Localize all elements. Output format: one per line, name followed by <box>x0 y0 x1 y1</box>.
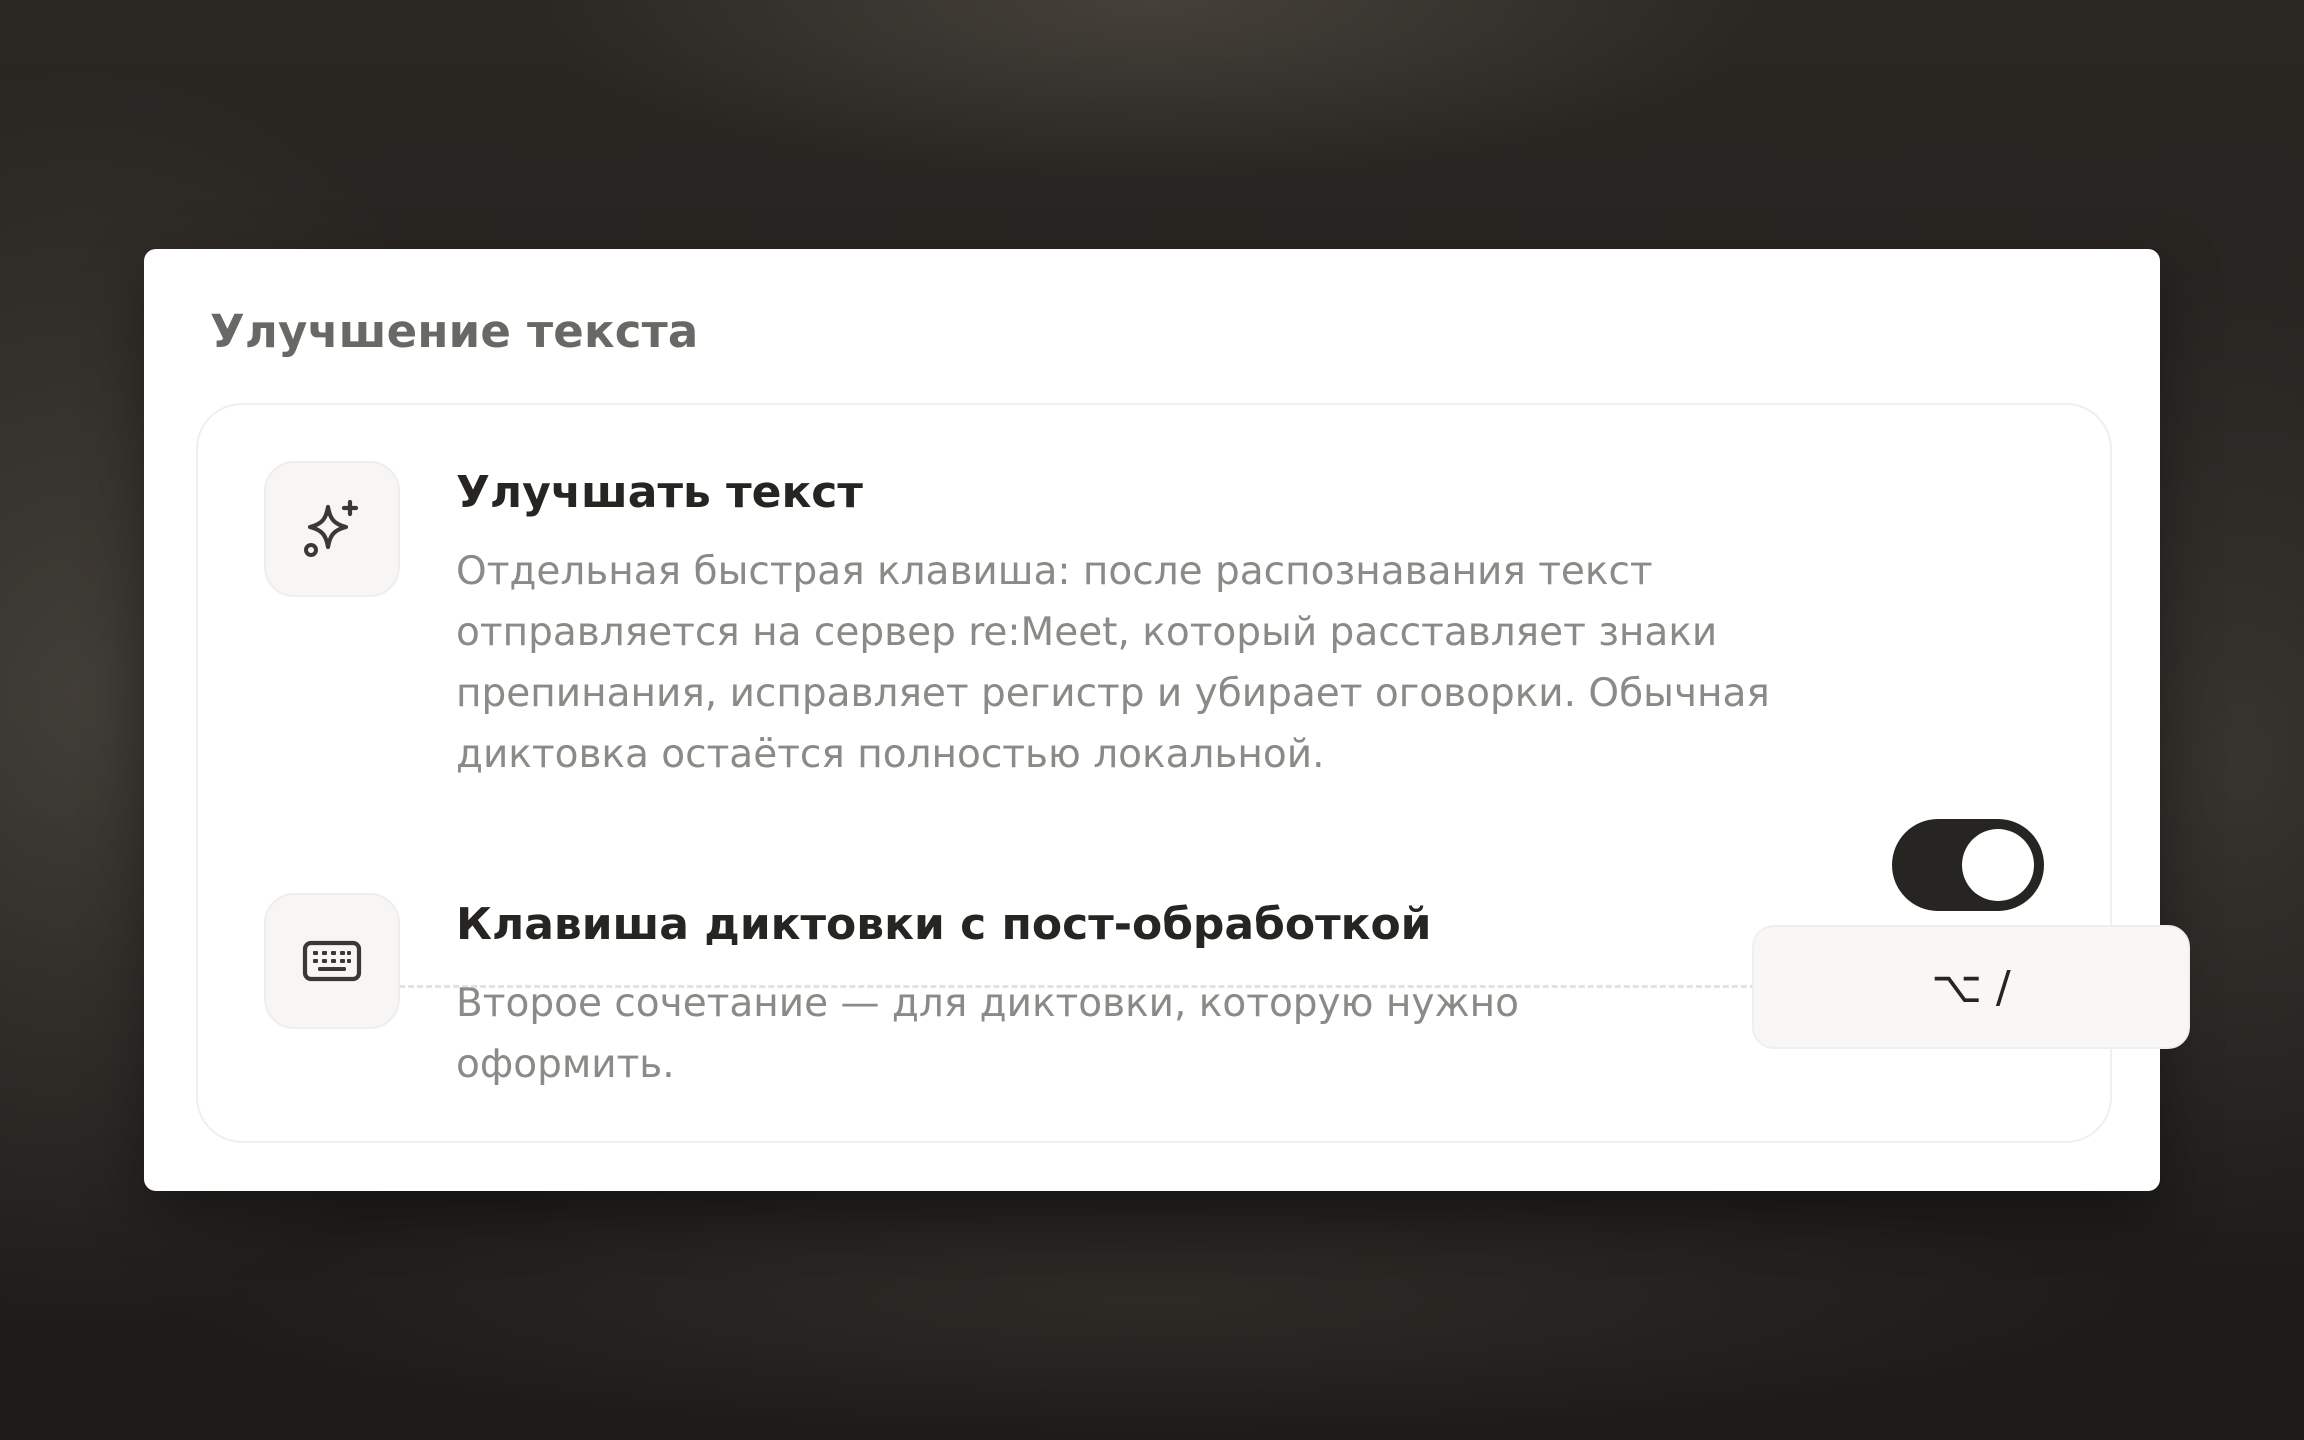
enhance-title: Улучшать текст <box>456 467 863 518</box>
enhance-icon-tile <box>264 461 400 597</box>
hotkey-description: Второе сочетание — для диктовки, которую… <box>456 981 1519 1087</box>
hotkey-shortcut-field[interactable]: ⌥ / <box>1752 925 2190 1049</box>
sparkles-icon <box>304 499 359 557</box>
hotkey-title: Клавиша диктовки с пост-обработкой <box>456 899 1432 950</box>
enhance-description: Отдельная быстрая клавиша: после распозн… <box>456 549 1770 777</box>
toggle-knob <box>1962 829 2034 901</box>
section-title: Улучшение текста <box>210 305 699 358</box>
keyboard-icon <box>302 940 362 982</box>
enhance-toggle[interactable] <box>1892 819 2044 911</box>
settings-card: Улучшать текст Отдельная быстрая клавиша… <box>196 403 2190 1143</box>
settings-panel: Улучшение текста Улучшать текст Отдельна… <box>144 249 2190 1191</box>
hotkey-icon-tile <box>264 893 400 1029</box>
